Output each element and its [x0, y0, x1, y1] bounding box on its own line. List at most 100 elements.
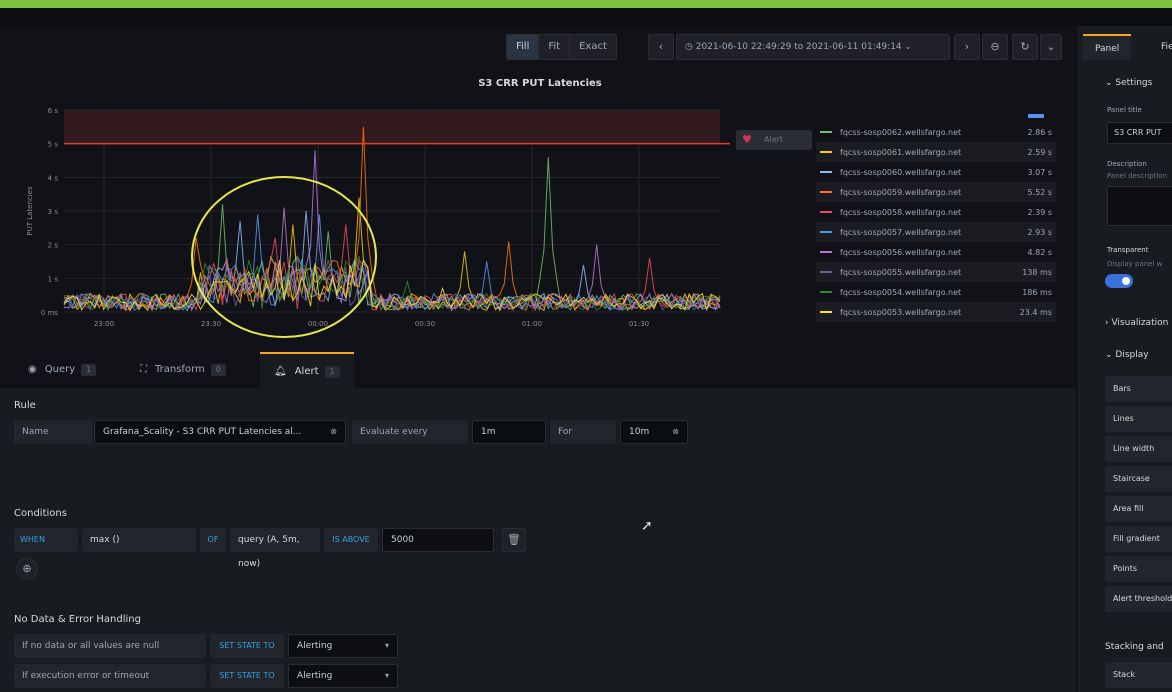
legend-swatch	[820, 251, 832, 253]
nodata-state-select[interactable]: Alerting ▾	[288, 634, 398, 658]
display-option-row[interactable]: Staircase	[1105, 466, 1172, 492]
display-option-row[interactable]: Fill gradient	[1105, 526, 1172, 552]
chart-legend: fqcss-sosp0062.wellsfargo.net 2.86 s fqcss…	[816, 122, 1056, 322]
evaluate-every-input[interactable]: 1m	[472, 420, 546, 444]
display-option-row[interactable]: Points	[1105, 556, 1172, 582]
error-label: If execution error or timeout	[14, 664, 206, 688]
error-keyword: SET STATE TO	[210, 664, 284, 688]
panel-editor-main: Fill Fit Exact ‹ ◷ 2021-06-10 22:49:29 t…	[0, 26, 1076, 692]
legend-series-value: 138 ms	[1022, 267, 1052, 277]
display-option-row[interactable]: Lines	[1105, 406, 1172, 432]
legend-item[interactable]: fqcss-sosp0053.wellsfargo.net 23.4 ms	[816, 302, 1056, 322]
refresh-icon[interactable]: ↻	[1012, 34, 1038, 60]
legend-series-name: fqcss-sosp0054.wellsfargo.net	[840, 287, 962, 297]
y-tick-label: 2 s	[48, 242, 59, 250]
legend-item[interactable]: fqcss-sosp0055.wellsfargo.net 138 ms	[816, 262, 1056, 282]
chart-title: S3 CRR PUT Latencies	[478, 78, 602, 89]
legend-series-name: fqcss-sosp0060.wellsfargo.net	[840, 167, 962, 177]
trash-icon[interactable]: 🗑︎	[502, 528, 526, 552]
y-tick-label: 4 s	[48, 174, 59, 182]
legend-item[interactable]: fqcss-sosp0060.wellsfargo.net 3.07 s	[816, 162, 1056, 182]
legend-item[interactable]: fqcss-sosp0056.wellsfargo.net 4.82 s	[816, 242, 1056, 262]
editor-tabs: ◉ Query 1 ⛶ Transform 0 🔔︎ Alert 1	[0, 352, 1076, 388]
description-placeholder: Panel description	[1107, 172, 1168, 180]
threshold-input[interactable]: 5000	[382, 528, 494, 552]
legend-series-value: 2.39 s	[1027, 207, 1052, 217]
legend-swatch	[820, 171, 832, 173]
tab-field[interactable]: Fie	[1149, 34, 1172, 60]
display-option-row[interactable]: Bars	[1105, 376, 1172, 402]
x-tick-label: 01:30	[629, 320, 649, 328]
tab-query[interactable]: ◉ Query 1	[14, 352, 110, 388]
view-fill-button[interactable]: Fill	[507, 35, 540, 59]
evaluator-select[interactable]: IS ABOVE	[324, 528, 378, 552]
zoom-out-icon[interactable]: ⊖	[982, 34, 1008, 60]
legend-swatch	[820, 151, 832, 153]
x-tick-label: 23:30	[201, 320, 221, 328]
legend-item[interactable]: fqcss-sosp0057.wellsfargo.net 2.93 s	[816, 222, 1056, 242]
legend-item[interactable]: fqcss-sosp0062.wellsfargo.net 2.86 s	[816, 122, 1056, 142]
clear-icon[interactable]: ⊗	[672, 421, 679, 443]
x-tick-label: 23:00	[94, 320, 114, 328]
error-state-select[interactable]: Alerting ▾	[288, 664, 398, 688]
stack-row[interactable]: Stack	[1105, 662, 1172, 688]
alert-editor: Rule Name Grafana_Scality - S3 CRR PUT L…	[0, 388, 1076, 692]
tab-query-count: 1	[81, 364, 97, 376]
visualization-section-header[interactable]: › Visualization	[1105, 318, 1168, 328]
database-icon: ◉	[28, 364, 37, 375]
transparent-toggle[interactable]	[1105, 274, 1133, 288]
for-input[interactable]: 10m ⊗	[620, 420, 688, 444]
display-option-row[interactable]: Alert thresholds	[1105, 586, 1172, 612]
alert-threshold-tag[interactable]: ♥ Alert	[736, 130, 812, 150]
clear-icon[interactable]: ⊗	[330, 421, 337, 443]
chevron-right-icon[interactable]: ›	[954, 34, 980, 60]
y-tick-label: 5 s	[48, 141, 59, 149]
legend-item[interactable]: fqcss-sosp0061.wellsfargo.net 2.59 s	[816, 142, 1056, 162]
legend-series-name: fqcss-sosp0056.wellsfargo.net	[840, 247, 962, 257]
tab-panel[interactable]: Panel	[1083, 34, 1132, 60]
description-label: Description	[1107, 160, 1147, 168]
legend-item[interactable]: fqcss-sosp0058.wellsfargo.net 2.39 s	[816, 202, 1056, 222]
legend-series-name: fqcss-sosp0062.wellsfargo.net	[840, 127, 962, 137]
time-range-picker[interactable]: ◷ 2021-06-10 22:49:29 to 2021-06-11 01:4…	[676, 34, 950, 60]
view-fit-button[interactable]: Fit	[539, 35, 571, 59]
y-axis-label: PUT Latencies	[26, 186, 34, 236]
display-section-header[interactable]: ⌄ Display	[1105, 350, 1149, 360]
rule-name-value: Grafana_Scality - S3 CRR PUT Latencies a…	[103, 427, 302, 437]
refresh-options-chevron-icon[interactable]: ⌄	[1040, 34, 1062, 60]
heart-icon: ♥	[742, 133, 752, 146]
plus-circle-icon[interactable]: ⊕	[16, 558, 38, 580]
transform-icon: ⛶	[140, 364, 147, 375]
legend-item[interactable]: fqcss-sosp0054.wellsfargo.net 186 ms	[816, 282, 1056, 302]
panel-title-label: Panel title	[1107, 106, 1142, 114]
description-input[interactable]	[1107, 186, 1172, 226]
legend-sort-indicator[interactable]	[1028, 114, 1044, 118]
tab-alert[interactable]: 🔔︎ Alert 1	[260, 352, 354, 388]
tab-transform[interactable]: ⛶ Transform 0	[126, 352, 240, 388]
options-side-panel: Panel Fie ⌄ Settings Panel title S3 CRR …	[1078, 26, 1172, 692]
tab-transform-count: 0	[210, 364, 226, 376]
legend-series-value: 5.52 s	[1027, 187, 1052, 197]
chevron-down-icon: ⌄	[1105, 78, 1116, 88]
series-line	[63, 210, 721, 312]
rule-section-title: Rule	[14, 400, 36, 411]
display-option-row[interactable]: Area fill	[1105, 496, 1172, 522]
legend-series-value: 186 ms	[1022, 287, 1052, 297]
legend-swatch	[820, 211, 832, 213]
query-select[interactable]: query (A, 5m, now)	[230, 528, 320, 569]
when-keyword: WHEN	[14, 528, 78, 552]
rule-name-input[interactable]: Grafana_Scality - S3 CRR PUT Latencies a…	[94, 420, 346, 444]
series-line	[63, 157, 721, 312]
x-tick-label: 01:00	[522, 320, 542, 328]
time-range-text: 2021-06-10 22:49:29 to 2021-06-11 01:49:…	[695, 42, 902, 52]
view-exact-button[interactable]: Exact	[570, 35, 616, 59]
display-option-row[interactable]: Line width	[1105, 436, 1172, 462]
chevron-left-icon[interactable]: ‹	[648, 34, 674, 60]
latency-chart[interactable]: 0 ms 1 s 2 s 3 s 4 s 5 s 6 s 23:00 23:30 00:00 00:…	[20, 102, 730, 352]
reducer-select[interactable]: max ()	[82, 528, 196, 552]
stacking-section-header[interactable]: Stacking and	[1105, 642, 1164, 652]
settings-section-header[interactable]: ⌄ Settings	[1105, 78, 1152, 88]
legend-item[interactable]: fqcss-sosp0059.wellsfargo.net 5.52 s	[816, 182, 1056, 202]
panel-title-input[interactable]: S3 CRR PUT	[1107, 122, 1172, 144]
y-tick-label: 6 s	[48, 107, 59, 115]
